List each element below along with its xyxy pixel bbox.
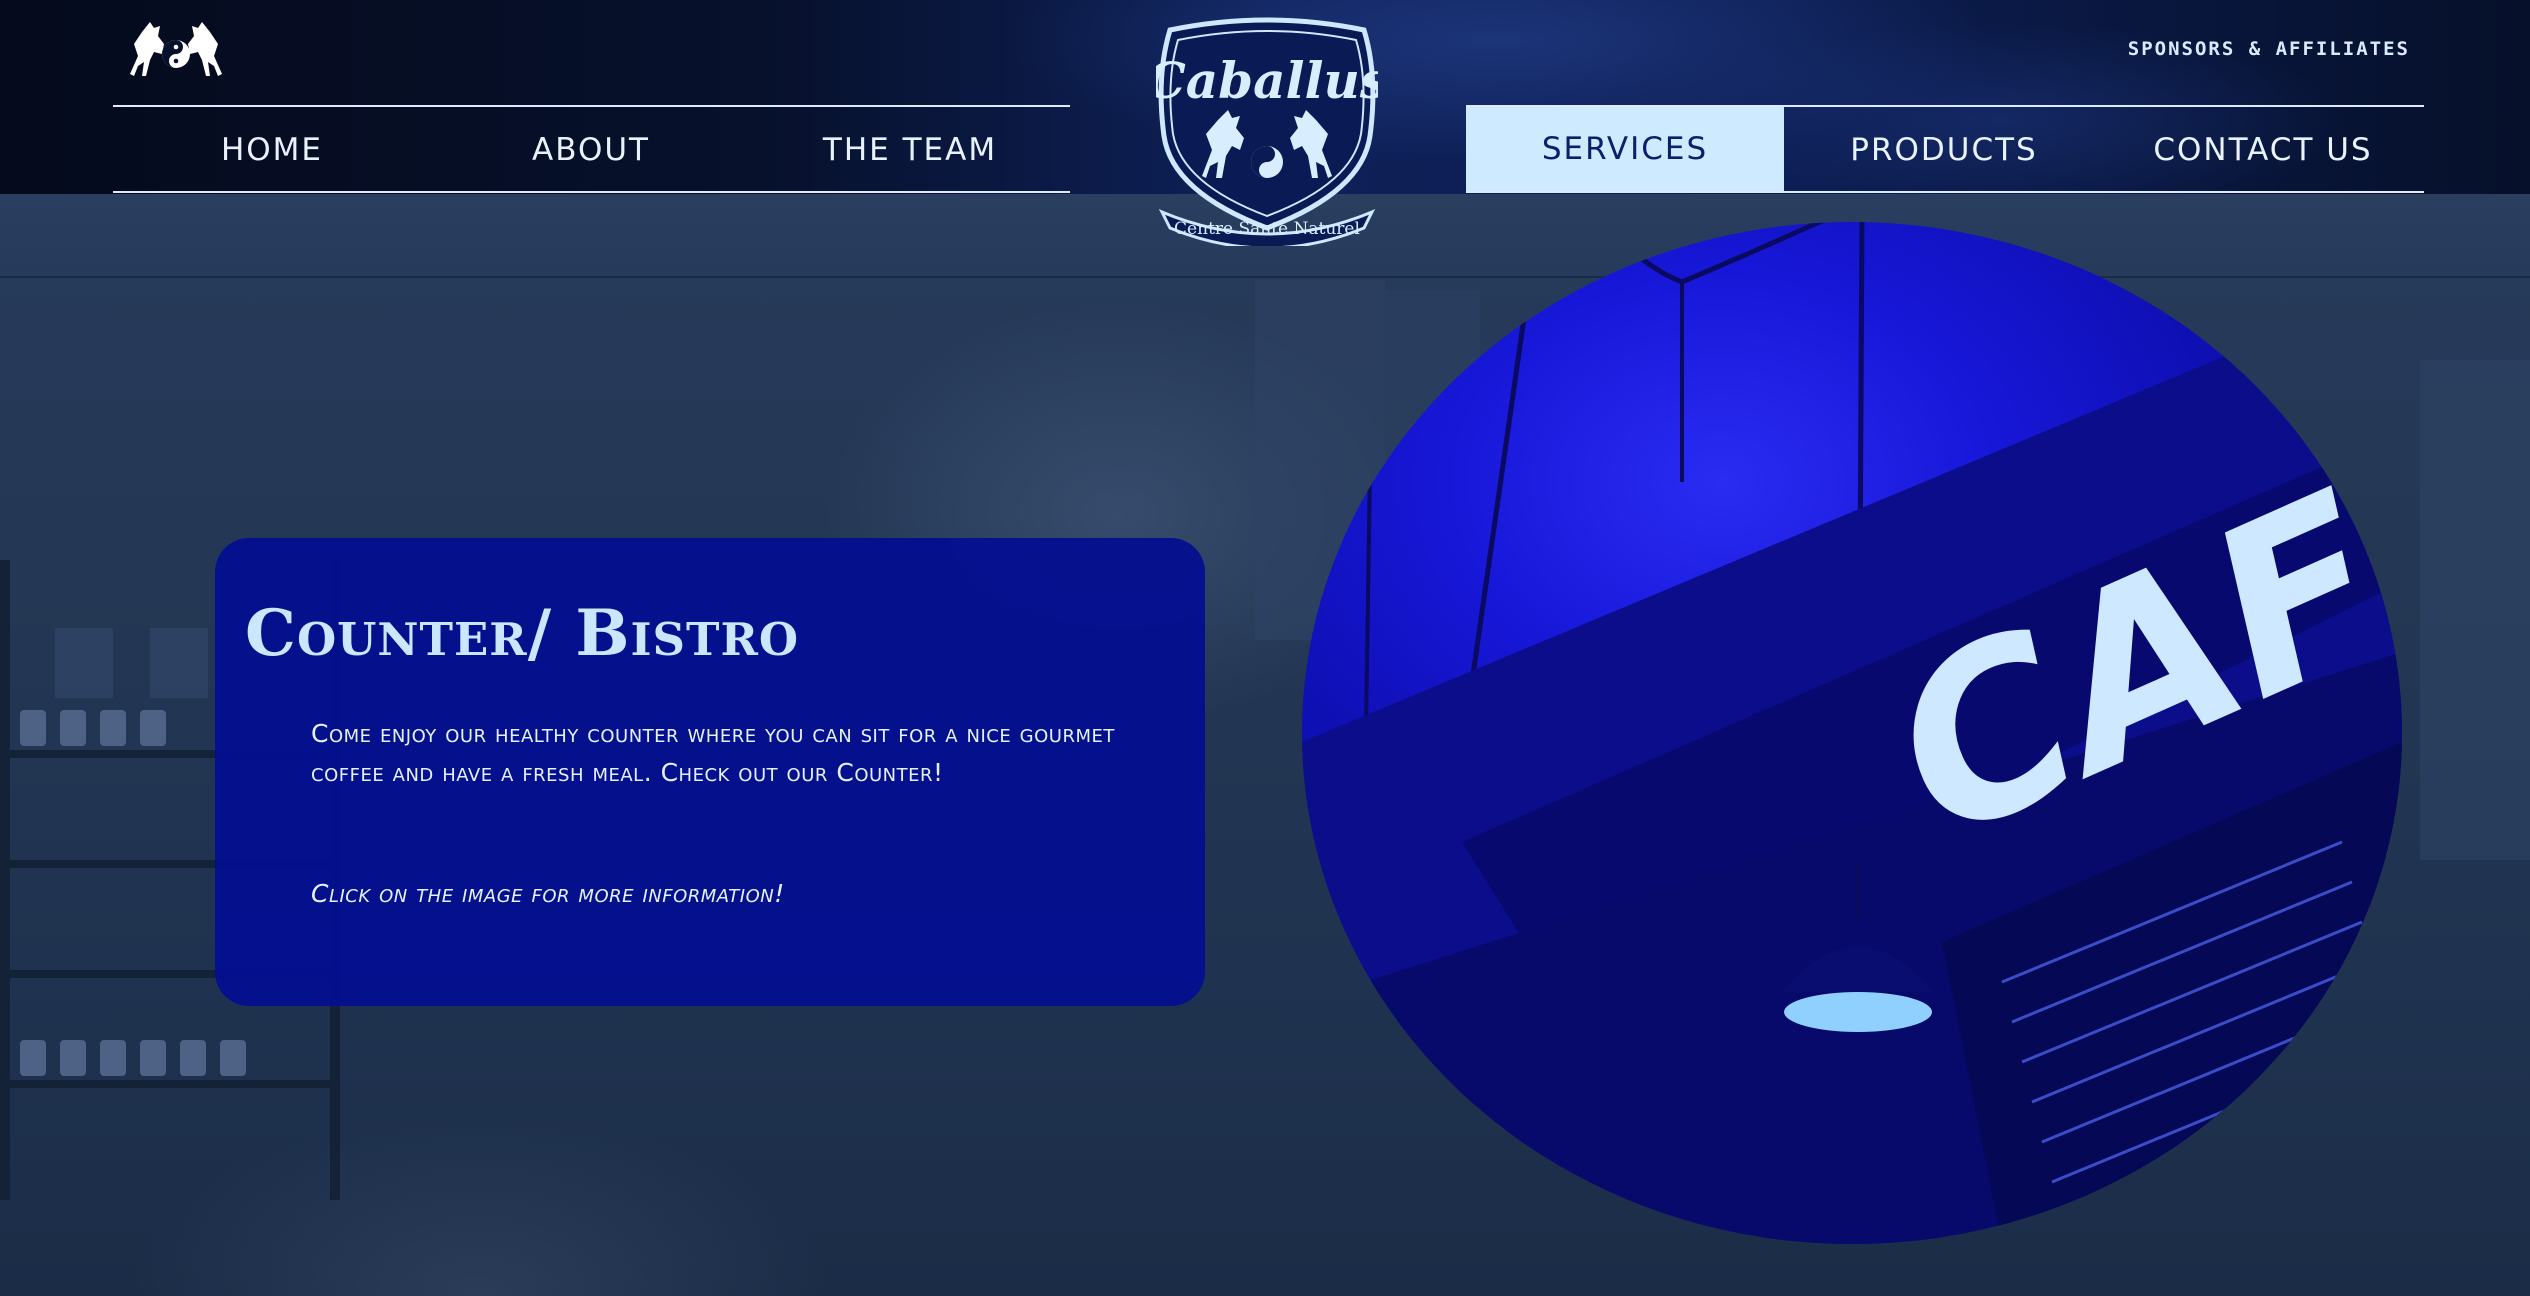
nav-contact-us[interactable]: CONTACT US (2104, 108, 2422, 192)
card-description: Come enjoy our healthy counter where you… (311, 719, 1115, 787)
rearing-horses-yin-yang-icon[interactable] (124, 14, 228, 86)
card-click-note: Click on the image for more information! (311, 879, 785, 908)
nav-the-team[interactable]: THE TEAM (751, 108, 1069, 192)
nav-home[interactable]: HOME (113, 108, 431, 192)
cafe-image-link[interactable]: CAFE (1302, 222, 2402, 1244)
nav-rule-top-left (113, 105, 1070, 107)
nav-products[interactable]: PRODUCTS (1785, 108, 2103, 192)
cafe-sign-photo: CAFE (1302, 222, 2402, 1244)
sponsors-affiliates-link[interactable]: SPONSORS & AFFILIATES (2128, 38, 2410, 60)
caballus-crest-icon[interactable]: Caballus Centre Sante Naturel (1156, 16, 1378, 246)
nav-about[interactable]: ABOUT (432, 108, 750, 192)
nav-services[interactable]: SERVICES (1466, 107, 1784, 191)
background-poster (2420, 360, 2530, 860)
crest-name: Caballus (1156, 51, 1378, 110)
card-title: Counter/ Bistro (245, 596, 800, 671)
